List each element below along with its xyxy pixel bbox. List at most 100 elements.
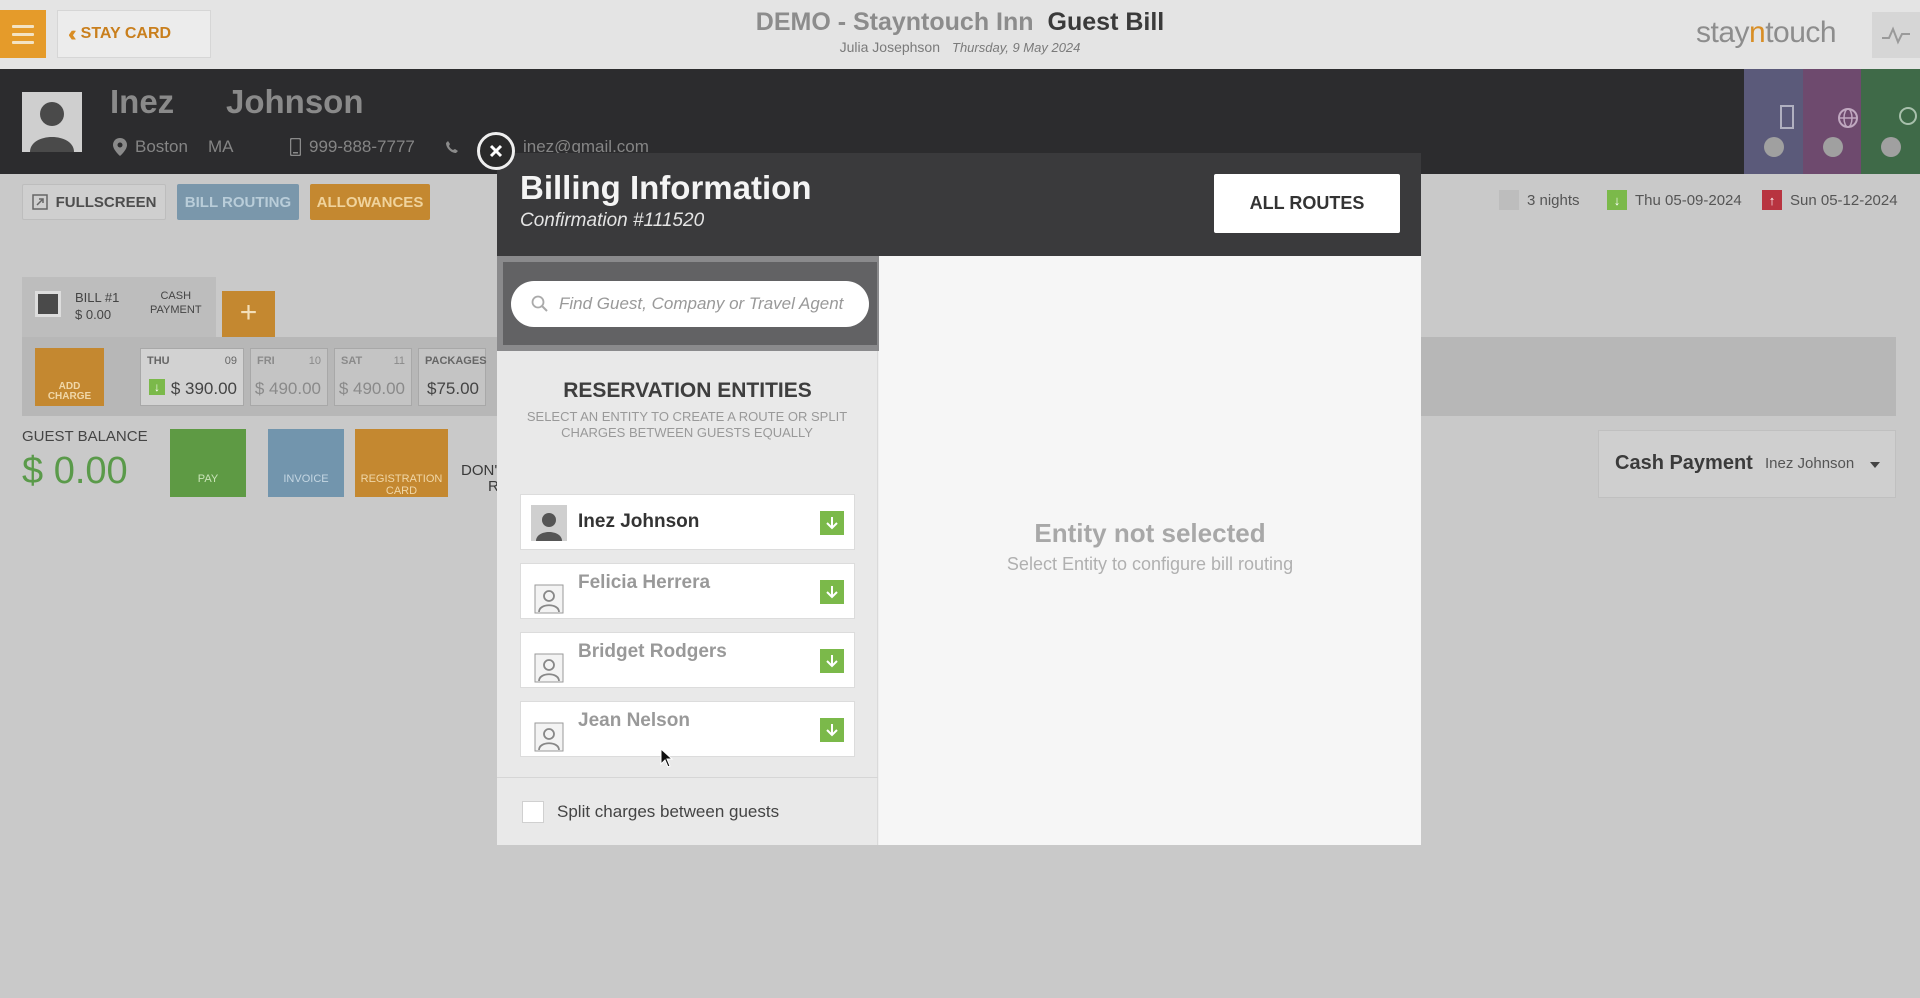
day-column[interactable]: FRI 10 $ 490.00	[250, 348, 328, 406]
page-title: DEMO - Stayntouch Inn Guest Bill	[0, 8, 1920, 37]
download-arrow-icon[interactable]	[820, 511, 844, 535]
bill-payment-type: CASH PAYMENT	[150, 290, 202, 316]
add-charge-button[interactable]: ADD CHARGE	[35, 348, 104, 406]
globe-icon	[1837, 108, 1858, 128]
arrival-label: Thu 05-09-2024	[1635, 191, 1742, 209]
entity-name: Felicia Herrera	[578, 572, 711, 593]
entity-item-bridget-rodgers[interactable]: Bridget Rodgers	[520, 632, 855, 688]
bill-number: BILL #1 $ 0.00	[75, 290, 120, 322]
guest-mobile: 999-888-7777	[290, 137, 459, 157]
download-arrow-icon[interactable]	[820, 718, 844, 742]
fullscreen-button[interactable]: FULLSCREEN	[22, 184, 166, 220]
bill-routing-label: BILL ROUTING	[184, 193, 292, 211]
current-date: Thursday, 9 May 2024	[952, 40, 1081, 55]
user-avatar-icon	[531, 505, 567, 541]
invoice-button[interactable]: INVOICE	[268, 429, 344, 497]
empty-state-title: Entity not selected	[1034, 518, 1266, 548]
entity-name: Jean Nelson	[578, 710, 690, 731]
entities-title: RESERVATION ENTITIES	[563, 379, 812, 402]
guest-mobile-number: 999-888-7777	[309, 137, 415, 156]
entity-item-inez-johnson[interactable]: Inez Johnson	[520, 494, 855, 550]
room-status-strip[interactable]	[1744, 69, 1803, 174]
download-arrow-icon[interactable]	[820, 649, 844, 673]
brand-logo: stayntouch	[1696, 16, 1837, 49]
globe-status-strip[interactable]	[1802, 69, 1862, 174]
dont-label: DON'	[461, 462, 498, 479]
entity-name: Inez Johnson	[578, 511, 700, 532]
location-pin-icon	[113, 138, 127, 156]
entities-subtitle: SELECT AN ENTITY TO CREATE A ROUTE OR SP…	[526, 409, 848, 440]
guest-location: Boston MA	[113, 137, 233, 157]
user-name: Julia Josephson	[839, 39, 940, 55]
billing-information-modal: Billing Information Confirmation #111520…	[497, 153, 1421, 845]
nights-label: 3 nights	[1527, 191, 1580, 209]
split-charges-row[interactable]: Split charges between guests	[522, 801, 779, 823]
entity-item-jean-nelson[interactable]: Jean Nelson	[520, 701, 855, 757]
entity-name: Bridget Rodgers	[578, 641, 727, 662]
page-name: Guest Bill	[1047, 8, 1165, 36]
departure-date: ↑ Sun 05-12-2024	[1762, 190, 1898, 210]
hotel-name: DEMO - Stayntouch Inn	[755, 8, 1034, 36]
nights-count: 3 nights	[1499, 190, 1580, 210]
departure-label: Sun 05-12-2024	[1790, 191, 1898, 209]
split-charges-checkbox[interactable]	[522, 801, 544, 823]
fullscreen-label: FULLSCREEN	[55, 193, 157, 211]
search-icon	[1764, 137, 1784, 157]
top-header: ‹‹ STAY CARD DEMO - Stayntouch Inn Guest …	[0, 0, 1920, 69]
search-container	[497, 256, 883, 351]
arrow-down-icon: ↓	[1607, 190, 1627, 210]
bill-routing-button[interactable]: BILL ROUTING	[177, 184, 299, 220]
modal-header: Billing Information Confirmation #111520…	[497, 153, 1421, 256]
add-bill-button[interactable]: +	[222, 291, 275, 337]
search-icon	[531, 295, 548, 312]
arrival-date: ↓ Thu 05-09-2024	[1607, 190, 1742, 210]
user-outline-icon	[531, 578, 567, 614]
payment-method-select[interactable]: Cash Payment Inez Johnson	[1598, 430, 1896, 498]
packages-column[interactable]: PACKAGES $75.00	[418, 348, 487, 406]
status-strips	[1744, 69, 1920, 174]
payment-method-title: Cash Payment	[1615, 452, 1753, 474]
confirmation-number: Confirmation #111520	[520, 210, 705, 231]
search-box[interactable]	[511, 281, 869, 327]
divider	[497, 777, 878, 778]
bill-icon	[35, 291, 61, 317]
day-column[interactable]: SAT 11 $ 490.00	[334, 348, 412, 406]
share-status-strip[interactable]	[1861, 69, 1920, 174]
guest-city: Boston	[135, 137, 188, 156]
entity-item-felicia-herrera[interactable]: Felicia Herrera	[520, 563, 855, 619]
arrow-up-icon: ↑	[1762, 190, 1782, 210]
entities-pane: RESERVATION ENTITIES SELECT AN ENTITY TO…	[497, 256, 883, 845]
empty-state-subtitle: Select Entity to configure bill routing	[1006, 554, 1294, 574]
mouse-cursor-icon	[660, 748, 674, 768]
all-routes-button[interactable]: ALL ROUTES	[1214, 174, 1400, 233]
arrow-down-icon: ↓	[147, 377, 167, 397]
registration-card-button[interactable]: REGISTRATION CARD	[355, 429, 448, 497]
day-column[interactable]: THU 09 ↓ $ 390.00	[140, 348, 244, 406]
guest-balance-value: $ 0.00	[22, 450, 128, 492]
allowances-button[interactable]: ALLOWANCES	[310, 184, 430, 220]
user-outline-icon	[531, 716, 567, 752]
guest-last-name: Johnson	[226, 83, 364, 120]
expand-icon	[31, 194, 48, 210]
split-charges-label: Split charges between guests	[557, 802, 780, 821]
guest-avatar	[22, 92, 82, 152]
mobile-phone-icon	[290, 138, 301, 156]
bill-tab[interactable]: BILL #1 $ 0.00 CASH PAYMENT	[22, 277, 216, 337]
caret-down-icon	[1870, 462, 1880, 468]
page-subtitle: Julia Josephson Thursday, 9 May 2024	[0, 39, 1920, 55]
moon-icon	[1499, 190, 1519, 210]
modal-title: Billing Information	[520, 169, 812, 206]
allowances-label: ALLOWANCES	[316, 193, 424, 211]
guest-balance-label: GUEST BALANCE	[22, 428, 148, 445]
pay-button[interactable]: PAY	[170, 429, 246, 497]
phone-icon	[445, 141, 458, 153]
close-icon	[489, 144, 503, 158]
activity-pulse-icon[interactable]	[1872, 12, 1920, 58]
search-input[interactable]	[559, 294, 859, 314]
share-icon	[1899, 107, 1918, 125]
guest-state: MA	[207, 137, 234, 156]
payment-method-guest: Inez Johnson	[1765, 455, 1855, 472]
guest-first-name: Inez	[110, 83, 175, 120]
download-arrow-icon[interactable]	[820, 580, 844, 604]
close-modal-button[interactable]	[477, 132, 515, 170]
